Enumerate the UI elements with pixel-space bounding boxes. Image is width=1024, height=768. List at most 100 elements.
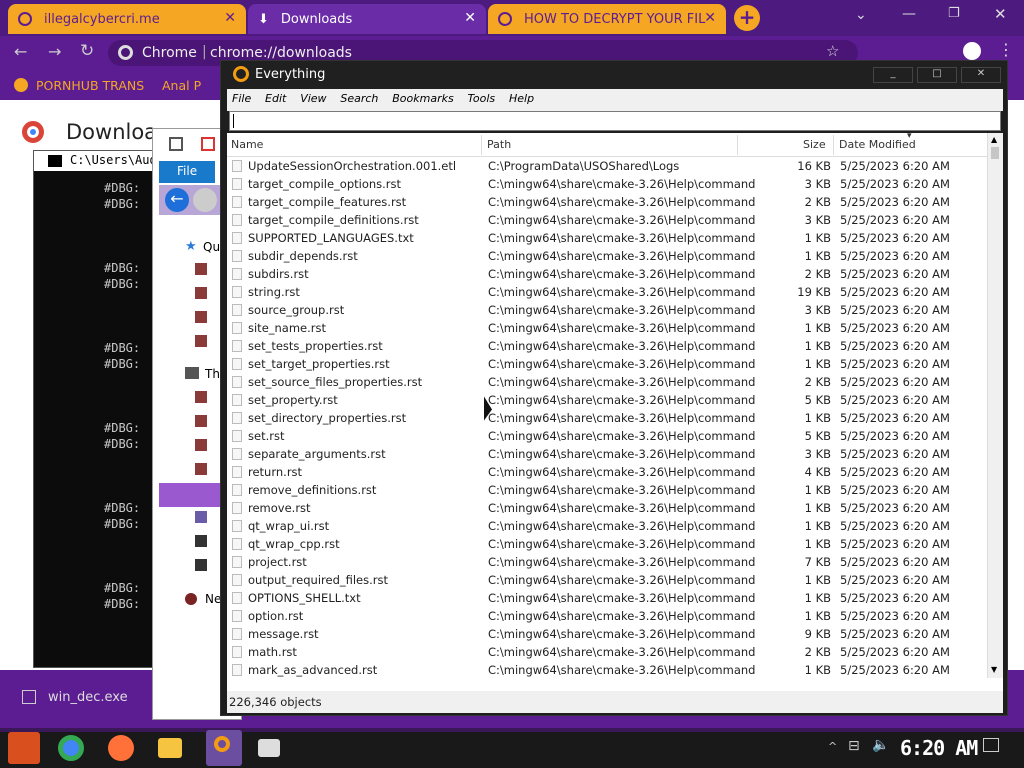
table-row[interactable]: SUPPORTED_LANGUAGES.txt C:\mingw64\share\… [227,229,987,247]
folder-item-icon[interactable] [195,415,207,427]
column-path[interactable]: Path [487,138,511,151]
ribbon-file-tab[interactable]: File [159,161,215,183]
file-date-modified: 5/25/2023 6:20 AM [840,159,950,173]
table-row[interactable]: set_directory_properties.rst C:\mingw64\s… [227,409,987,427]
minimize-button[interactable]: _ [873,67,913,83]
reload-icon[interactable]: ↻ [80,41,94,61]
nav-this-pc[interactable]: Th [205,367,220,381]
table-row[interactable]: math.rst C:\mingw64\share\cmake-3.26\Help… [227,643,987,661]
tab-illegalcybercrime[interactable]: illegalcybercri.me ✕ [8,4,246,34]
table-row[interactable]: set_property.rst C:\mingw64\share\cmake-3… [227,391,987,409]
back-arrow-icon[interactable]: ← [165,188,189,212]
close-icon[interactable]: ✕ [224,10,236,26]
table-row[interactable]: source_group.rst C:\mingw64\share\cmake-3… [227,301,987,319]
forward-arrow-icon[interactable] [193,188,217,212]
maximize-button[interactable]: □ [917,67,957,83]
avatar[interactable] [963,42,981,60]
search-input[interactable] [229,111,1001,131]
column-date-modified[interactable]: Date Modified [839,138,916,151]
scroll-down-arrow-icon[interactable]: ▼ [991,665,997,674]
table-row[interactable]: UpdateSessionOrchestration.001.etl C:\Pro… [227,157,987,175]
menu-file[interactable]: File [227,89,256,108]
table-row[interactable]: mark_as_advanced.rst C:\mingw64\share\cma… [227,661,987,678]
scroll-up-arrow-icon[interactable]: ▲ [991,135,997,144]
table-row[interactable]: return.rst C:\mingw64\share\cmake-3.26\He… [227,463,987,481]
back-icon[interactable]: ← [14,42,27,61]
menu-bookmarks[interactable]: Bookmarks [387,89,458,108]
chevron-down-icon[interactable]: ⌄ [855,7,867,23]
menu-search[interactable]: Search [335,89,383,108]
nav-quick-access[interactable]: Qu [203,240,220,254]
table-row[interactable]: remove.rst C:\mingw64\share\cmake-3.26\He… [227,499,987,517]
table-row[interactable]: string.rst C:\mingw64\share\cmake-3.26\He… [227,283,987,301]
minimize-button[interactable]: — [902,6,916,22]
start-menu-icon[interactable] [8,732,40,764]
folder-item-icon[interactable] [195,287,207,299]
folder-item-icon[interactable] [195,391,207,403]
nav-network[interactable]: Ne [205,592,221,606]
table-row[interactable]: message.rst C:\mingw64\share\cmake-3.26\H… [227,625,987,643]
table-row[interactable]: qt_wrap_cpp.rst C:\mingw64\share\cmake-3.… [227,535,987,553]
table-row[interactable]: separate_arguments.rst C:\mingw64\share\c… [227,445,987,463]
console-taskbar-icon[interactable] [258,739,280,757]
scroll-thumb[interactable] [991,147,999,159]
folder-item-icon[interactable] [195,559,207,571]
menu-help[interactable]: Help [504,89,539,108]
tab-downloads[interactable]: ⬇ Downloads ✕ [248,4,486,34]
close-window-button[interactable]: ✕ [994,5,1007,23]
table-row[interactable]: project.rst C:\mingw64\share\cmake-3.26\H… [227,553,987,571]
clock[interactable]: 6:20 AM [900,736,978,760]
table-row[interactable]: set_target_properties.rst C:\mingw64\shar… [227,355,987,373]
vertical-scrollbar[interactable]: ▲ ▼ [987,133,1003,678]
table-row[interactable]: output_required_files.rst C:\mingw64\shar… [227,571,987,589]
column-separator[interactable] [481,135,482,155]
volume-icon[interactable]: 🔈 [872,737,889,753]
table-row[interactable]: remove_definitions.rst C:\mingw64\share\c… [227,481,987,499]
chevron-up-icon[interactable]: ^ [828,740,837,753]
column-separator[interactable] [737,135,738,155]
network-tray-icon[interactable]: ⊟ [848,738,860,754]
column-separator[interactable] [833,135,834,155]
table-row[interactable]: qt_wrap_ui.rst C:\mingw64\share\cmake-3.2… [227,517,987,535]
everything-taskbar-icon[interactable] [206,730,242,766]
folder-item-icon[interactable] [195,439,207,451]
folder-item-icon[interactable] [195,335,207,347]
tab-decrypt-instructions[interactable]: HOW TO DECRYPT YOUR FIL ✕ [488,4,726,34]
table-row[interactable]: target_compile_options.rst C:\mingw64\sha… [227,175,987,193]
close-button[interactable]: ✕ [961,67,1001,83]
column-size[interactable]: Size [803,138,826,151]
folder-item-icon[interactable] [195,463,207,475]
menu-view[interactable]: View [295,89,331,108]
menu-tools[interactable]: Tools [463,89,501,108]
table-row[interactable]: target_compile_definitions.rst C:\mingw64… [227,211,987,229]
bookmark-anal[interactable]: Anal P [162,78,201,93]
table-row[interactable]: set_source_files_properties.rst C:\mingw6… [227,373,987,391]
table-row[interactable]: set_tests_properties.rst C:\mingw64\share… [227,337,987,355]
table-row[interactable]: set.rst C:\mingw64\share\cmake-3.26\Help\… [227,427,987,445]
download-item-name[interactable]: win_dec.exe [48,690,128,705]
table-row[interactable]: target_compile_features.rst C:\mingw64\sh… [227,193,987,211]
notification-icon[interactable] [983,738,999,752]
close-icon[interactable]: ✕ [464,10,476,26]
folder-item-icon[interactable] [195,311,207,323]
column-name[interactable]: Name [231,138,263,151]
folder-item-icon[interactable] [195,535,207,547]
folder-item-icon[interactable] [195,263,207,275]
new-tab-button[interactable]: + [734,5,760,31]
menu-dots-icon[interactable]: ⋮ [998,40,1014,59]
close-icon[interactable]: ✕ [704,10,716,26]
forward-icon[interactable]: → [48,42,61,61]
table-row[interactable]: subdirs.rst C:\mingw64\share\cmake-3.26\H… [227,265,987,283]
table-row[interactable]: option.rst C:\mingw64\share\cmake-3.26\He… [227,607,987,625]
firefox-taskbar-icon[interactable] [108,735,134,761]
bookmark-star-icon[interactable]: ☆ [826,42,839,60]
table-row[interactable]: site_name.rst C:\mingw64\share\cmake-3.26… [227,319,987,337]
file-explorer-taskbar-icon[interactable] [158,738,182,758]
menu-edit[interactable]: Edit [260,89,291,108]
table-row[interactable]: subdir_depends.rst C:\mingw64\share\cmake… [227,247,987,265]
folder-item-icon[interactable] [195,511,207,523]
bookmark-pornhub-trans[interactable]: PORNHUB TRANS [36,78,144,93]
table-row[interactable]: OPTIONS_SHELL.txt C:\mingw64\share\cmake-… [227,589,987,607]
chrome-taskbar-icon[interactable] [58,735,84,761]
restore-button[interactable]: ❐ [948,6,960,21]
